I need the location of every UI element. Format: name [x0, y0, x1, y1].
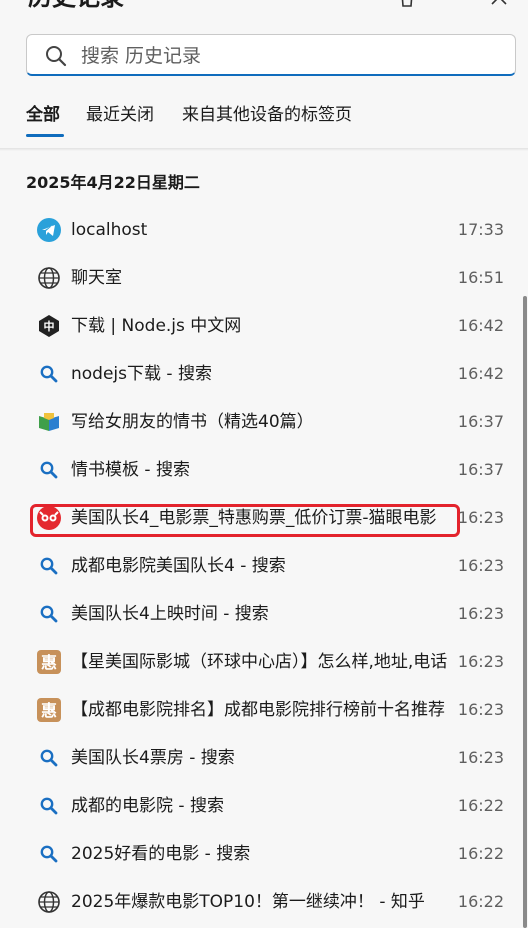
highlight-box	[30, 504, 460, 537]
history-row[interactable]: localhost 17:33	[24, 206, 504, 254]
history-row-time: 16:23	[457, 652, 504, 671]
history-row[interactable]: 2025年爆款电影TOP10！第一继续冲！ - 知乎 16:22	[24, 878, 504, 926]
history-row-time: 16:23	[457, 556, 504, 575]
history-row-time: 16:37	[457, 412, 504, 431]
history-row-time: 16:22	[457, 892, 504, 911]
active-tab-indicator	[26, 134, 64, 137]
hui-icon: 惠	[37, 698, 61, 722]
history-row[interactable]: 惠【成都电影院排名】成都电影院排行榜前十名推荐 16:23	[24, 686, 504, 734]
header-divider	[0, 148, 528, 151]
history-row-time: 16:22	[457, 796, 504, 815]
panel-title: 历史记录	[28, 0, 124, 12]
history-row-title: 2025年爆款电影TOP10！第一继续冲！ - 知乎	[71, 892, 425, 912]
history-row-time: 16:23	[457, 700, 504, 719]
pin-icon[interactable]	[488, 0, 510, 8]
search-icon	[37, 602, 61, 626]
history-row-title: 2025好看的电影 - 搜索	[71, 844, 251, 864]
history-row[interactable]: 2025好看的电影 - 搜索 16:22	[24, 830, 504, 878]
history-row[interactable]: nodejs下载 - 搜索 16:42	[24, 350, 504, 398]
search-icon	[37, 362, 61, 386]
history-row-title: 成都电影院美国队长4 - 搜索	[71, 556, 286, 576]
history-row[interactable]: 成都电影院美国队长4 - 搜索 16:23	[24, 542, 504, 590]
search-icon	[37, 458, 61, 482]
svg-text:惠: 惠	[41, 653, 57, 672]
search-icon	[37, 842, 61, 866]
history-row-title: 美国队长4上映时间 - 搜索	[71, 604, 269, 624]
history-row-time: 16:23	[457, 748, 504, 767]
book-icon	[37, 410, 61, 434]
search-icon	[46, 46, 67, 67]
history-row-time: 16:37	[457, 460, 504, 479]
history-row[interactable]: 美国队长4票房 - 搜索 16:23	[24, 734, 504, 782]
tab-recently-closed[interactable]: 最近关闭	[86, 104, 154, 126]
history-row[interactable]: 惠【星美国际影城（环球中心店）】怎么样,地址,电话 16:23	[24, 638, 504, 686]
history-row[interactable]: 美国队长4上映时间 - 搜索 16:23	[24, 590, 504, 638]
history-row-time: 16:42	[457, 364, 504, 383]
tab-all[interactable]: 全部	[26, 104, 60, 126]
globe-icon	[37, 890, 61, 914]
date-heading: 2025年4月22日星期二	[26, 173, 200, 192]
telegram-icon	[37, 218, 61, 242]
search-icon	[37, 794, 61, 818]
history-row[interactable]: 情书模板 - 搜索 16:37	[24, 446, 504, 494]
search-icon	[37, 554, 61, 578]
history-row-title: 【星美国际影城（环球中心店）】怎么样,地址,电话	[71, 652, 448, 672]
svg-text:惠: 惠	[41, 701, 57, 720]
history-row-title: 写给女朋友的情书（精选40篇）	[71, 412, 314, 432]
history-row-title: localhost	[71, 220, 148, 240]
history-row-title: 【成都电影院排名】成都电影院排行榜前十名推荐	[71, 700, 445, 720]
search-input[interactable]: 搜索 历史记录	[26, 34, 516, 76]
history-row-title: 情书模板 - 搜索	[71, 460, 190, 480]
nodejs-icon: 中	[37, 314, 61, 338]
history-row-time: 16:51	[457, 268, 504, 287]
history-row-time: 16:23	[457, 508, 504, 527]
svg-text:中: 中	[44, 319, 55, 333]
history-row-time: 16:22	[457, 844, 504, 863]
search-icon	[37, 746, 61, 770]
history-row[interactable]: 中 下载 | Node.js 中文网 16:42	[24, 302, 504, 350]
search-placeholder: 搜索 历史记录	[81, 45, 202, 67]
history-row[interactable]: 写给女朋友的情书（精选40篇） 16:37	[24, 398, 504, 446]
history-row-title: 聊天室	[71, 268, 122, 288]
history-row-time: 16:23	[457, 604, 504, 623]
trash-icon[interactable]	[396, 0, 418, 8]
history-row-time: 16:42	[457, 316, 504, 335]
history-row-title: nodejs下载 - 搜索	[71, 364, 212, 384]
hui-icon: 惠	[37, 650, 61, 674]
globe-icon	[37, 266, 61, 290]
history-row[interactable]: 聊天室 16:51	[24, 254, 504, 302]
history-row-title: 成都的电影院 - 搜索	[71, 796, 224, 816]
history-row-title: 美国队长4票房 - 搜索	[71, 748, 235, 768]
history-row-title: 下载 | Node.js 中文网	[71, 316, 242, 336]
history-row-time: 17:33	[457, 220, 504, 239]
history-row[interactable]: 成都的电影院 - 搜索 16:22	[24, 782, 504, 830]
history-panel-header: 历史记录 搜索 历史记录 全部 最近关闭 来自其他设备的标签页	[0, 0, 528, 148]
tab-other-devices[interactable]: 来自其他设备的标签页	[182, 104, 352, 126]
scrollbar[interactable]	[523, 296, 527, 928]
